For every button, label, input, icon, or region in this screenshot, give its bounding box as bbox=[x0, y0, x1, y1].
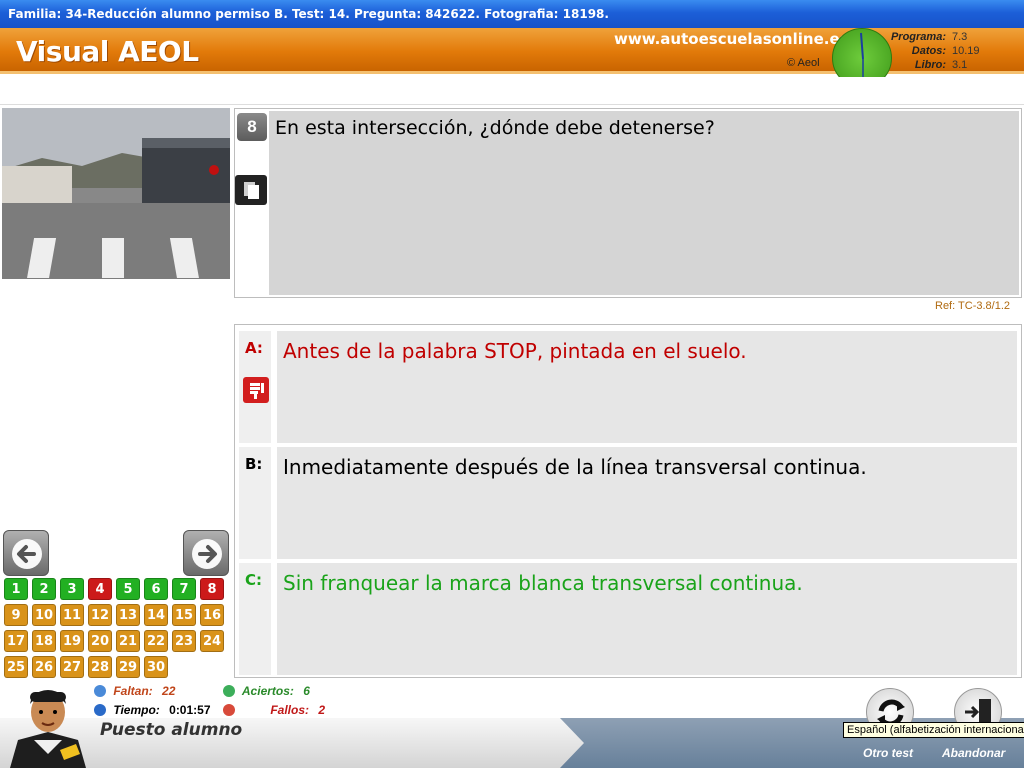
stat-value: 6 bbox=[303, 684, 310, 698]
question-number-button[interactable]: 16 bbox=[200, 604, 224, 626]
question-number-button[interactable]: 28 bbox=[88, 656, 112, 678]
question-number-button[interactable]: 24 bbox=[200, 630, 224, 652]
question-text: En esta intersección, ¿dónde debe detene… bbox=[275, 117, 715, 139]
stat-label: Fallos: bbox=[270, 703, 310, 717]
answer-text-box: Inmediatamente después de la línea trans… bbox=[277, 447, 1017, 559]
question-number-button[interactable]: 4 bbox=[88, 578, 112, 600]
question-number-button[interactable]: 19 bbox=[60, 630, 84, 652]
flag-red-icon bbox=[223, 704, 235, 716]
otro-test-label[interactable]: Otro test bbox=[863, 746, 913, 760]
question-number-button[interactable]: 26 bbox=[32, 656, 56, 678]
version-row-libro: Libro: 3.1 bbox=[880, 58, 1024, 72]
question-number-button[interactable]: 25 bbox=[4, 656, 28, 678]
stat-aciertos: Aciertos: 6 bbox=[223, 684, 310, 698]
stat-label: Aciertos: bbox=[241, 684, 294, 698]
arrow-right-icon bbox=[192, 539, 222, 569]
question-number-button[interactable]: 10 bbox=[32, 604, 56, 626]
flag-blue-icon bbox=[94, 685, 106, 697]
previous-question-button[interactable] bbox=[3, 530, 49, 576]
version-row-datos: Datos: 10.19 bbox=[880, 44, 1024, 58]
version-info: Programa: 7.3 Datos: 10.19 Libro: 3.1 bbox=[880, 30, 1024, 72]
answers-panel: A: Antes de la palabra STOP, pintada en … bbox=[234, 324, 1022, 678]
answer-letter: B: bbox=[245, 455, 263, 473]
next-question-button[interactable] bbox=[183, 530, 229, 576]
question-number-button[interactable]: 7 bbox=[172, 578, 196, 600]
question-number-button[interactable]: 22 bbox=[144, 630, 168, 652]
question-number-button[interactable]: 17 bbox=[4, 630, 28, 652]
app-title: Visual AEOL bbox=[16, 35, 199, 68]
question-number-button[interactable]: 1 bbox=[4, 578, 28, 600]
document-icon[interactable] bbox=[235, 175, 267, 205]
question-number-button[interactable]: 8 bbox=[200, 578, 224, 600]
stat-label: Faltan: bbox=[113, 684, 153, 698]
version-label: Datos: bbox=[911, 45, 946, 57]
stat-value: 0:01:57 bbox=[169, 703, 211, 717]
abandonar-label[interactable]: Abandonar bbox=[942, 746, 1005, 760]
language-tooltip: Español (alfabetización internacional) bbox=[843, 722, 1024, 738]
question-number-button[interactable]: 21 bbox=[116, 630, 140, 652]
app-window: Familia: 34-Reducción alumno permiso B. … bbox=[0, 0, 1024, 768]
question-number-button[interactable]: 11 bbox=[60, 604, 84, 626]
question-number-button[interactable]: 2 bbox=[32, 578, 56, 600]
question-reference: Ref: TC-3.8/1.2 bbox=[935, 300, 1010, 312]
question-number-button[interactable]: 29 bbox=[116, 656, 140, 678]
answer-text: Inmediatamente después de la línea trans… bbox=[283, 455, 867, 479]
question-number-button[interactable]: 6 bbox=[144, 578, 168, 600]
question-number-button[interactable]: 13 bbox=[116, 604, 140, 626]
question-number-button[interactable]: 20 bbox=[88, 630, 112, 652]
answer-option-a[interactable]: A: Antes de la palabra STOP, pintada en … bbox=[239, 331, 1017, 443]
question-number-button[interactable]: 27 bbox=[60, 656, 84, 678]
answer-option-b[interactable]: B: Inmediatamente después de la línea tr… bbox=[239, 447, 1017, 559]
question-number-button[interactable]: 15 bbox=[172, 604, 196, 626]
hourglass-icon bbox=[94, 704, 106, 716]
thumbs-down-icon bbox=[243, 377, 269, 403]
stat-fallos: Fallos: 2 bbox=[223, 703, 325, 717]
student-avatar bbox=[4, 680, 92, 768]
window-title: Familia: 34-Reducción alumno permiso B. … bbox=[0, 0, 1024, 28]
answer-letter: C: bbox=[245, 571, 263, 589]
copyright-text: © Aeol bbox=[787, 57, 820, 69]
stat-label: Tiempo: bbox=[113, 703, 160, 717]
answer-text: Sin franquear la marca blanca transversa… bbox=[283, 571, 803, 595]
answer-letter-column: C: bbox=[239, 563, 271, 675]
answer-letter-column: A: bbox=[239, 331, 271, 443]
version-label: Libro: bbox=[914, 59, 946, 71]
question-text-box: En esta intersección, ¿dónde debe detene… bbox=[269, 111, 1019, 295]
question-number-button[interactable]: 9 bbox=[4, 604, 28, 626]
question-number-button[interactable]: 3 bbox=[60, 578, 84, 600]
question-number-button[interactable]: 30 bbox=[144, 656, 168, 678]
version-value: 10.19 bbox=[952, 45, 980, 57]
answer-text-box: Sin franquear la marca blanca transversa… bbox=[277, 563, 1017, 675]
arrow-left-icon bbox=[12, 539, 42, 569]
stat-value: 22 bbox=[162, 684, 176, 698]
header-banner: Visual AEOL www.autoescuelasonline.es © … bbox=[0, 28, 1024, 88]
question-number-button[interactable]: 14 bbox=[144, 604, 168, 626]
subheader-strip bbox=[0, 77, 1024, 105]
stat-value: 2 bbox=[318, 703, 326, 717]
version-value: 3.1 bbox=[952, 59, 968, 71]
footer-station-label: Puesto alumno bbox=[100, 720, 243, 740]
answer-text: Antes de la palabra STOP, pintada en el … bbox=[283, 339, 747, 363]
answer-letter: A: bbox=[245, 339, 263, 357]
answer-option-c[interactable]: C: Sin franquear la marca blanca transve… bbox=[239, 563, 1017, 675]
stat-tiempo: Tiempo: 0:01:57 bbox=[94, 703, 211, 717]
answer-text-box: Antes de la palabra STOP, pintada en el … bbox=[277, 331, 1017, 443]
flag-green-icon bbox=[223, 685, 235, 697]
question-photo[interactable] bbox=[2, 108, 230, 279]
question-panel: 8 En esta intersección, ¿dónde debe dete… bbox=[234, 108, 1022, 298]
answer-letter-column: B: bbox=[239, 447, 271, 559]
version-label: Programa: bbox=[890, 31, 946, 43]
question-number-badge: 8 bbox=[237, 113, 267, 141]
question-number-button[interactable]: 5 bbox=[116, 578, 140, 600]
question-number-button[interactable]: 23 bbox=[172, 630, 196, 652]
site-url-link[interactable]: www.autoescuelasonline.es bbox=[614, 30, 849, 48]
version-value: 7.3 bbox=[952, 31, 968, 43]
stat-faltan: Faltan: 22 bbox=[94, 684, 175, 698]
question-number-button[interactable]: 12 bbox=[88, 604, 112, 626]
version-row-programa: Programa: 7.3 bbox=[880, 30, 1024, 44]
question-number-button[interactable]: 18 bbox=[32, 630, 56, 652]
